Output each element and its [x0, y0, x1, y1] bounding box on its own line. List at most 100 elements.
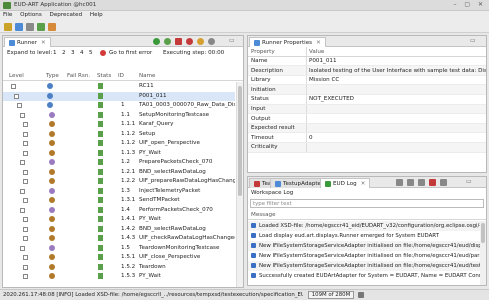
tree-row[interactable]: 1.3.1 SendTMPacket: [3, 196, 235, 205]
property-row[interactable]: Timeout 0: [248, 133, 486, 143]
minimize-panel-icon[interactable]: ▭: [470, 37, 476, 44]
stop-icon[interactable]: [175, 38, 182, 45]
tab-runner[interactable]: Runner ✕: [4, 37, 51, 47]
expand-toggle-icon[interactable]: [20, 188, 25, 194]
expand-toggle-icon[interactable]: [23, 179, 28, 184]
property-row[interactable]: Library Mission CC: [248, 75, 486, 86]
tree-row[interactable]: 1.5.2 Teardown: [3, 263, 235, 272]
property-row[interactable]: Input: [248, 104, 486, 115]
expand-toggle-icon[interactable]: [23, 274, 28, 279]
col-fail-reason[interactable]: Fail Rsn.: [67, 73, 90, 79]
runner-scrollbar[interactable]: [236, 82, 243, 287]
pause-icon[interactable]: [197, 38, 204, 45]
expand-toggle-icon[interactable]: [23, 122, 28, 127]
connect-icon[interactable]: [15, 23, 23, 31]
menu-file[interactable]: File: [0, 11, 15, 19]
expand-toggle-icon[interactable]: [23, 141, 28, 146]
tree-row[interactable]: 1.1 SetupMonitoringTestcase: [3, 111, 235, 120]
tree-row[interactable]: 1.1.2 Setup: [3, 130, 235, 139]
first-error-link[interactable]: Go to first error: [109, 50, 152, 56]
runner-icon[interactable]: [37, 23, 45, 31]
expand-toggle-icon[interactable]: [20, 112, 25, 118]
close-icon[interactable]: ✕: [41, 40, 46, 46]
expand-toggle-icon[interactable]: [23, 198, 28, 203]
col-message[interactable]: Message: [251, 212, 276, 218]
log-entry[interactable]: Loaded XSD-file: /home/egsccr41_eid/EUDA…: [248, 221, 480, 231]
property-row[interactable]: Expected result: [248, 123, 486, 134]
log-entry[interactable]: New IFileSystemStorageServiceAdapter ini…: [248, 251, 480, 261]
expand-level-3[interactable]: 3: [71, 50, 75, 56]
col-level[interactable]: Level: [9, 73, 24, 79]
tab-eud-log[interactable]: EUD Log ✕: [320, 178, 371, 188]
log-scrollbar[interactable]: [480, 221, 486, 285]
tree-row[interactable]: 1.3 InjectTelemetryPacket: [3, 187, 235, 196]
expand-level-2[interactable]: 2: [62, 50, 66, 56]
tree-row[interactable]: 1.4.1 PY_Wait: [3, 215, 235, 224]
expand-toggle-icon[interactable]: [23, 236, 28, 241]
expand-toggle-icon[interactable]: [23, 226, 28, 232]
property-row[interactable]: Output: [248, 114, 486, 124]
scroll-thumb[interactable]: [238, 86, 242, 196]
minimize-panel-icon[interactable]: ▭: [229, 37, 235, 44]
expand-level-4[interactable]: 4: [80, 50, 84, 56]
col-stats[interactable]: Stats: [97, 73, 111, 79]
property-row[interactable]: Name P001_011: [248, 56, 486, 67]
tab-runner-properties[interactable]: Runner Properties ✕: [249, 37, 326, 47]
tree-row[interactable]: 1 TA01_0003_000070_Raw_Data_Display: [3, 101, 235, 110]
tree-row[interactable]: 1.5.1 UIF_close_Perspective: [3, 253, 235, 262]
tree-row[interactable]: 1.4 PerformPacketsCheck_070: [3, 206, 235, 215]
tree-row[interactable]: 1.2.2 UIF_prepareRawDataLogHasChanged: [3, 177, 235, 186]
property-row[interactable]: Description Isolated testing of the User …: [248, 66, 486, 76]
expand-toggle-icon[interactable]: [23, 150, 28, 156]
log-entry[interactable]: Successfully created EUDArtAdapter for S…: [248, 271, 480, 281]
tree-row[interactable]: 1.5 TeardownMonitoringTestcase: [3, 244, 235, 253]
minimize-panel-icon[interactable]: ▭: [466, 178, 472, 185]
property-row[interactable]: Status NOT_EXECUTED: [248, 94, 486, 105]
tree-row[interactable]: 1.2 PreparePacketsCheck_070: [3, 158, 235, 167]
menu-help[interactable]: Help: [87, 11, 106, 19]
expand-level-1[interactable]: 1: [53, 50, 57, 56]
run-icon[interactable]: [153, 38, 160, 45]
expand-toggle-icon[interactable]: [23, 217, 28, 222]
tree-row[interactable]: P001_011: [3, 91, 235, 101]
expand-toggle-icon[interactable]: [20, 207, 25, 213]
tree-row[interactable]: 1.5.3 PY_Wait: [3, 272, 235, 281]
menu-deprecated[interactable]: Deprecated: [47, 11, 86, 19]
expand-toggle-icon[interactable]: [23, 131, 28, 137]
restore-log-icon[interactable]: [440, 179, 447, 186]
log-entry[interactable]: New IFileSystemStorageServiceAdapter ini…: [248, 241, 480, 251]
reset-icon[interactable]: [208, 38, 215, 45]
expand-toggle-icon[interactable]: [11, 84, 16, 89]
property-row[interactable]: Initiation: [248, 85, 486, 95]
expand-toggle-icon[interactable]: [17, 103, 22, 108]
close-icon[interactable]: ✕: [361, 181, 366, 187]
tree-row[interactable]: 1.1.3 PY_Wait: [3, 149, 235, 158]
property-row[interactable]: Criticality: [248, 142, 486, 153]
col-name[interactable]: Name: [139, 73, 156, 79]
log-entry[interactable]: New IFileSystemStorageServiceAdapter ini…: [248, 261, 480, 271]
tree-row[interactable]: 1.4.2 BND_selectRawDataLog: [3, 225, 235, 234]
tree-row[interactable]: 1.2.1 BND_selectRawDataLog: [3, 168, 235, 177]
expand-toggle-icon[interactable]: [14, 93, 19, 99]
gc-icon[interactable]: [358, 292, 364, 298]
tree-row[interactable]: 1.4.3 UIF_checkRawDataLogHasChanged: [3, 234, 235, 243]
expand-toggle-icon[interactable]: [20, 160, 25, 165]
expand-toggle-icon[interactable]: [20, 245, 25, 251]
heap-status[interactable]: 109M of 280M: [308, 291, 354, 299]
col-type[interactable]: Type: [46, 73, 59, 79]
menu-options[interactable]: Options: [17, 11, 45, 19]
expand-toggle-icon[interactable]: [23, 169, 28, 175]
clear-log-icon[interactable]: [418, 179, 425, 186]
export-log-icon[interactable]: [396, 179, 403, 186]
expand-toggle-icon[interactable]: [23, 255, 28, 260]
tools-icon[interactable]: [48, 23, 56, 31]
settings-icon[interactable]: [26, 23, 34, 31]
log-entry[interactable]: Load display eud.art.displays.Runner eme…: [248, 231, 480, 241]
window-controls[interactable]: – ▢ ✕: [453, 1, 486, 8]
close-icon[interactable]: ✕: [316, 40, 321, 46]
expand-toggle-icon[interactable]: [23, 264, 28, 270]
log-filter-input[interactable]: type filter text: [250, 199, 484, 208]
record-icon[interactable]: [186, 38, 193, 45]
tree-row[interactable]: 1.1.1 Karaf_Query: [3, 120, 235, 129]
open-icon[interactable]: [4, 23, 12, 31]
